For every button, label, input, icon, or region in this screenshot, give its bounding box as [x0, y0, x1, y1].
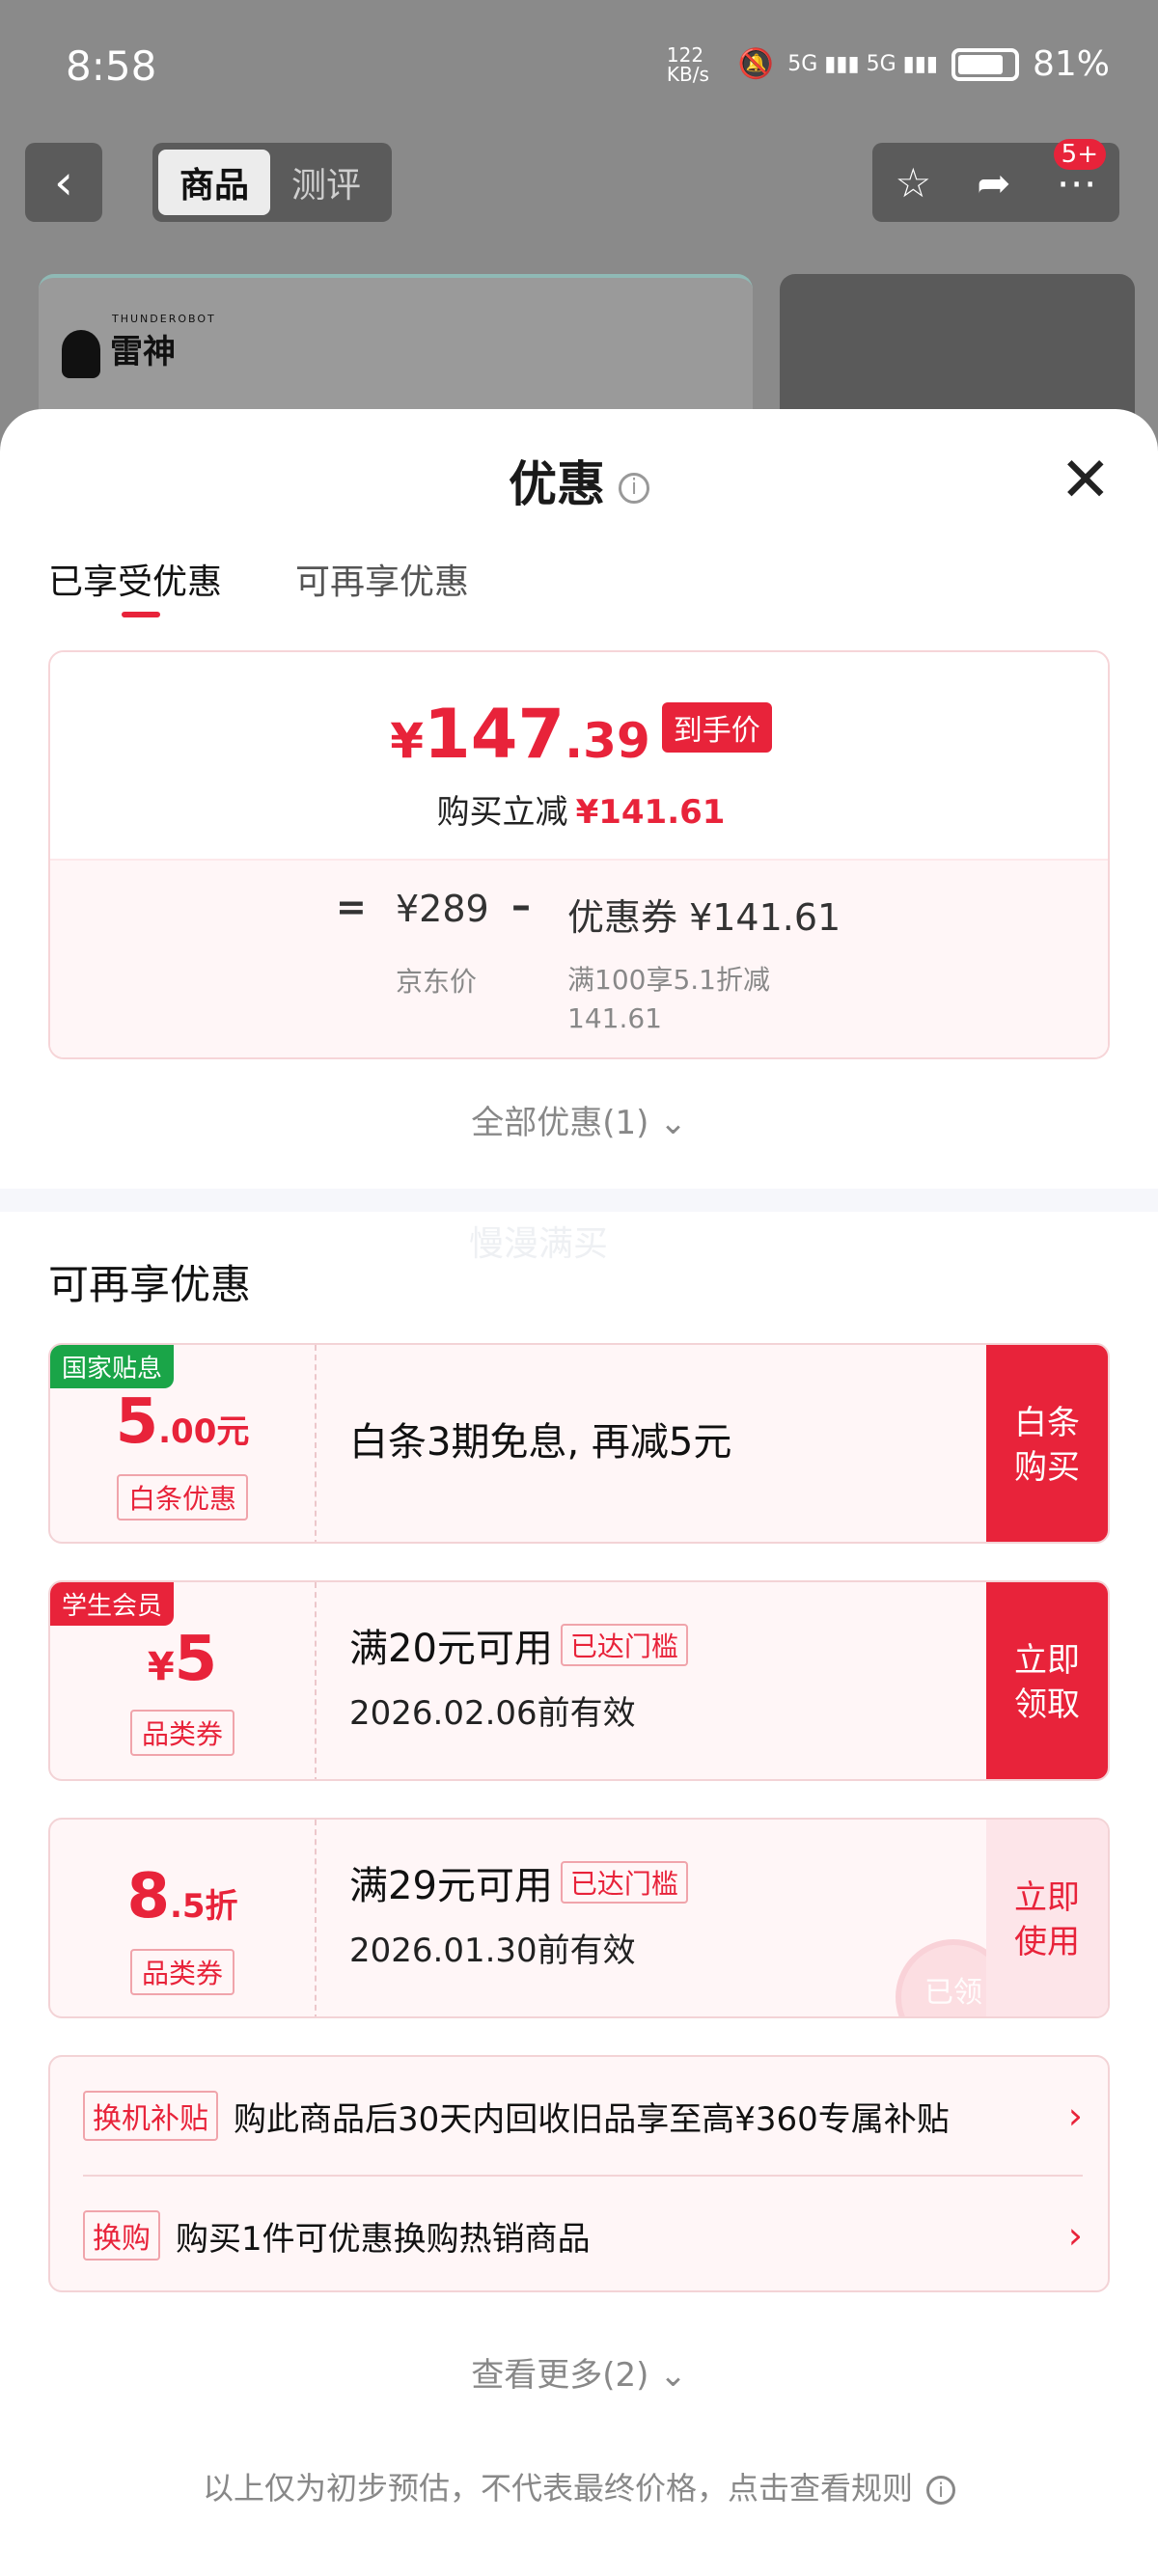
top-navigation: ‹ 商品 测评 ☆ ➦ ⋯ 5+: [0, 139, 1158, 228]
watermark: 慢漫满买: [469, 1224, 609, 1264]
offer-text: 购此商品后30天内回收旧品享至高¥360专属补贴: [234, 2099, 950, 2139]
minus-sign: –: [511, 884, 531, 928]
list-item[interactable]: 换机补贴 购此商品后30天内回收旧品享至高¥360专属补贴 ›: [83, 2057, 1083, 2175]
status-bar: 8:58 122 KB/s 🔕 5G ▮▮▮ 5G ▮▮▮ 81%: [0, 0, 1158, 135]
tab-product[interactable]: 商品: [158, 150, 270, 215]
price-tag: 到手价: [661, 702, 772, 753]
action-group: ☆ ➦ ⋯ 5+: [872, 139, 1119, 222]
price-formula: = ¥289 – 优惠券 ¥141.61 京东价 满100享5.1折减141.6…: [50, 859, 1108, 1057]
baitiao-buy-button[interactable]: 白条购买: [986, 1345, 1108, 1542]
coupon-amount: ¥5: [50, 1629, 315, 1698]
message-badge: 5+: [1053, 139, 1106, 170]
page-tabs: 商品 测评: [152, 143, 392, 222]
discount-tabs: 已享受优惠 可再享优惠: [48, 554, 469, 617]
claim-button[interactable]: 立即领取: [986, 1582, 1108, 1779]
coupon-card: 8.5折 品类券 满29元可用 已达门槛 2026.01.30前有效 已领 立即使…: [48, 1818, 1110, 2018]
coupon-left: 学生会员 ¥5 品类券: [50, 1582, 317, 1779]
footer-text: 以上仅为初步预估，不代表最终价格，点击查看规则: [202, 2470, 913, 2507]
signal-icon: 5G ▮▮▮ 5G ▮▮▮: [787, 52, 938, 76]
battery-level: 81%: [1032, 44, 1110, 84]
coupon-label: 满100享5.1折减141.61: [567, 964, 770, 1034]
coupon-condition: 满20元可用 已达门槛: [349, 1617, 688, 1673]
amount-suffix: .00元: [158, 1412, 250, 1451]
close-button[interactable]: ✕: [1060, 450, 1112, 511]
price-integer: 147: [424, 695, 565, 774]
section-divider: [0, 1189, 1158, 1212]
base-price-label: 京东价: [396, 966, 478, 998]
tab-more[interactable]: 可再享优惠: [295, 554, 469, 604]
brand-logo: THUNDEROBOT 雷神: [62, 313, 216, 378]
coupon-amount: 5.00元: [50, 1391, 315, 1463]
price-decimal: .39: [565, 713, 650, 769]
chevron-right-icon: ›: [1067, 2095, 1083, 2137]
price-summary: ¥147.39 到手价 购买立减 ¥141.61 = ¥289 – 优惠券 ¥141…: [48, 650, 1110, 1059]
status-icons: 122 KB/s 🔕 5G ▮▮▮ 5G ▮▮▮ 81%: [667, 44, 1110, 84]
amount-value: 5: [115, 1386, 159, 1458]
amount-value: 8: [126, 1861, 170, 1932]
info-icon: i: [926, 2476, 955, 2505]
reduce-label: 购买立减: [436, 793, 568, 832]
brand-en: THUNDEROBOT: [112, 313, 216, 325]
offer-text: 购买1件可优惠换购热销商品: [176, 2219, 591, 2259]
equals-sign: =: [336, 886, 367, 928]
all-discounts-toggle[interactable]: 全部优惠(1) ⌄: [0, 1096, 1158, 1143]
coupon-card: 国家贴息 5.00元 白条优惠 白条3期免息, 再减5元 白条购买: [48, 1343, 1110, 1544]
coupon-condition: 满29元可用 已达门槛: [349, 1854, 688, 1910]
helmet-icon: [62, 329, 100, 378]
tab-enjoyed[interactable]: 已享受优惠: [48, 554, 222, 617]
coupon-expiry: 2026.01.30前有效: [349, 1932, 636, 1970]
price-yen: ¥: [390, 713, 425, 769]
amount-value: 5: [174, 1624, 218, 1695]
offer-tag: 换机补贴: [83, 2091, 218, 2141]
use-button[interactable]: 立即使用: [986, 1820, 1108, 2016]
section-title: 可再享优惠: [48, 1261, 252, 1308]
base-price: ¥289: [396, 888, 489, 930]
coupon-type: 品类券: [129, 1949, 234, 1995]
coupon-left: 国家贴息 5.00元 白条优惠: [50, 1345, 317, 1542]
coupon-desc: 白条3期免息, 再减5元: [349, 1420, 732, 1465]
star-icon[interactable]: ☆: [896, 159, 932, 206]
info-icon[interactable]: i: [619, 472, 649, 504]
discount-sheet: 优惠 i ✕ 已享受优惠 可再享优惠 ¥147.39 到手价 购买立减 ¥141.61…: [0, 409, 1158, 2576]
coupon-value: 优惠券 ¥141.61: [567, 896, 841, 939]
coupon-card: 学生会员 ¥5 品类券 满20元可用 已达门槛 2026.02.06前有效 立即领…: [48, 1580, 1110, 1781]
amount-suffix: .5折: [169, 1887, 238, 1926]
coupon-expiry: 2026.02.06前有效: [349, 1694, 636, 1733]
coupon-amount: 8.5折: [50, 1866, 315, 1937]
coupon-type: 品类券: [129, 1710, 234, 1756]
tab-review[interactable]: 测评: [270, 157, 382, 207]
coupon-badge: 学生会员: [50, 1582, 175, 1626]
brand-cn: 雷神: [110, 333, 176, 371]
condition-text: 满20元可用: [349, 1627, 553, 1671]
chevron-right-icon: ›: [1067, 2214, 1083, 2257]
threshold-tag: 已达门槛: [560, 1624, 688, 1666]
clock: 8:58: [66, 42, 157, 90]
back-button[interactable]: ‹: [25, 143, 102, 222]
coupon-left: 8.5折 品类券: [50, 1820, 317, 2016]
footer-note[interactable]: 以上仅为初步预估，不代表最终价格，点击查看规则 i: [0, 2464, 1158, 2508]
price-top: ¥147.39 到手价 购买立减 ¥141.61: [50, 652, 1108, 859]
network-speed: 122 KB/s: [666, 42, 709, 86]
mute-icon: 🔕: [737, 47, 775, 81]
sheet-title-text: 优惠: [509, 456, 605, 512]
chevron-left-icon: ‹: [54, 154, 73, 210]
reduce-value: ¥141.61: [575, 793, 726, 832]
amount-prefix: ¥: [147, 1645, 175, 1689]
coupon-type: 白条优惠: [116, 1474, 248, 1521]
battery-icon: [951, 47, 1019, 81]
condition-text: 满29元可用: [349, 1864, 553, 1908]
extra-offers: 换机补贴 购此商品后30天内回收旧品享至高¥360专属补贴 › 换购 购买1件可…: [48, 2055, 1110, 2292]
final-price: ¥147.39 到手价: [50, 695, 1108, 774]
offer-tag: 换购: [83, 2210, 160, 2261]
share-icon[interactable]: ➦: [977, 159, 1010, 206]
see-more-toggle[interactable]: 查看更多(2) ⌄: [0, 2348, 1158, 2396]
sheet-title: 优惠 i: [0, 446, 1158, 515]
instant-reduce: 购买立减 ¥141.61: [50, 785, 1108, 833]
threshold-tag: 已达门槛: [560, 1861, 688, 1904]
list-item[interactable]: 换购 购买1件可优惠换购热销商品 ›: [83, 2177, 1083, 2294]
coupon-badge: 国家贴息: [50, 1345, 175, 1388]
